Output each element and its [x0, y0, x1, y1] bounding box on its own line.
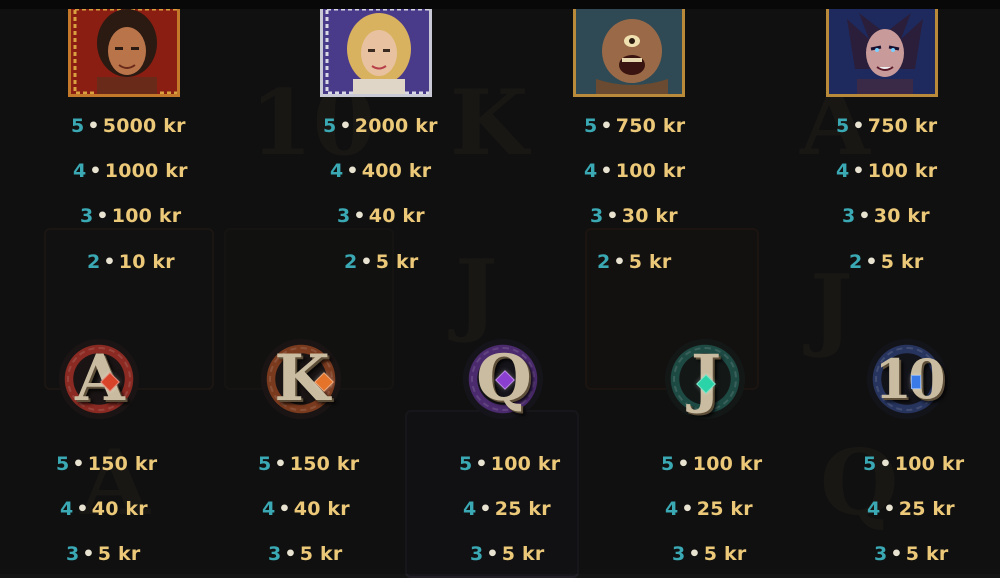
pay-row: 4 • 25 kr — [463, 498, 551, 520]
ten-icon: 10 — [865, 337, 955, 423]
cyclops-portrait-icon — [573, 9, 685, 97]
letter-q-icon: Q — [461, 337, 551, 423]
pay-row: 4 • 400 kr — [330, 160, 432, 182]
pay-row: 3 • 5 kr — [66, 543, 141, 565]
pay-row: 4 • 25 kr — [665, 498, 753, 520]
pay-row: 3 • 30 kr — [590, 205, 678, 227]
pay-row: 3 • 5 kr — [268, 543, 343, 565]
pay-row: 2 • 5 kr — [344, 251, 419, 273]
pay-row: 3 • 30 kr — [842, 205, 930, 227]
pay-row: 5 • 150 kr — [56, 453, 158, 475]
pay-row: 5 • 150 kr — [258, 453, 360, 475]
pay-row: 4 • 40 kr — [262, 498, 350, 520]
pay-row: 5 • 750 kr — [836, 115, 938, 137]
warrior-portrait-icon — [68, 9, 180, 97]
pay-row: 5 • 100 kr — [863, 453, 965, 475]
pay-row: 5 • 100 kr — [661, 453, 763, 475]
pay-row: 4 • 100 kr — [584, 160, 686, 182]
letter-j-icon: J — [663, 337, 753, 423]
pay-row: 5 • 5000 kr — [71, 115, 186, 137]
pay-row: 3 • 5 kr — [874, 543, 949, 565]
pay-row: 3 • 40 kr — [337, 205, 425, 227]
letter-k-icon: K — [259, 337, 349, 423]
pay-row: 2 • 10 kr — [87, 251, 175, 273]
pay-row: 4 • 25 kr — [867, 498, 955, 520]
pay-row: 2 • 5 kr — [849, 251, 924, 273]
pay-row: 5 • 100 kr — [459, 453, 561, 475]
pay-row: 3 • 100 kr — [80, 205, 182, 227]
pay-row: 4 • 40 kr — [60, 498, 148, 520]
pay-row: 3 • 5 kr — [470, 543, 545, 565]
pay-row: 2 • 5 kr — [597, 251, 672, 273]
pay-row: 4 • 1000 kr — [73, 160, 188, 182]
pay-row: 5 • 750 kr — [584, 115, 686, 137]
pay-row: 4 • 100 kr — [836, 160, 938, 182]
pay-row: 3 • 5 kr — [672, 543, 747, 565]
pay-row: 5 • 2000 kr — [323, 115, 438, 137]
letter-a-icon: A — [57, 337, 147, 423]
goddess-portrait-icon — [320, 9, 432, 97]
harpy-portrait-icon — [826, 9, 938, 97]
